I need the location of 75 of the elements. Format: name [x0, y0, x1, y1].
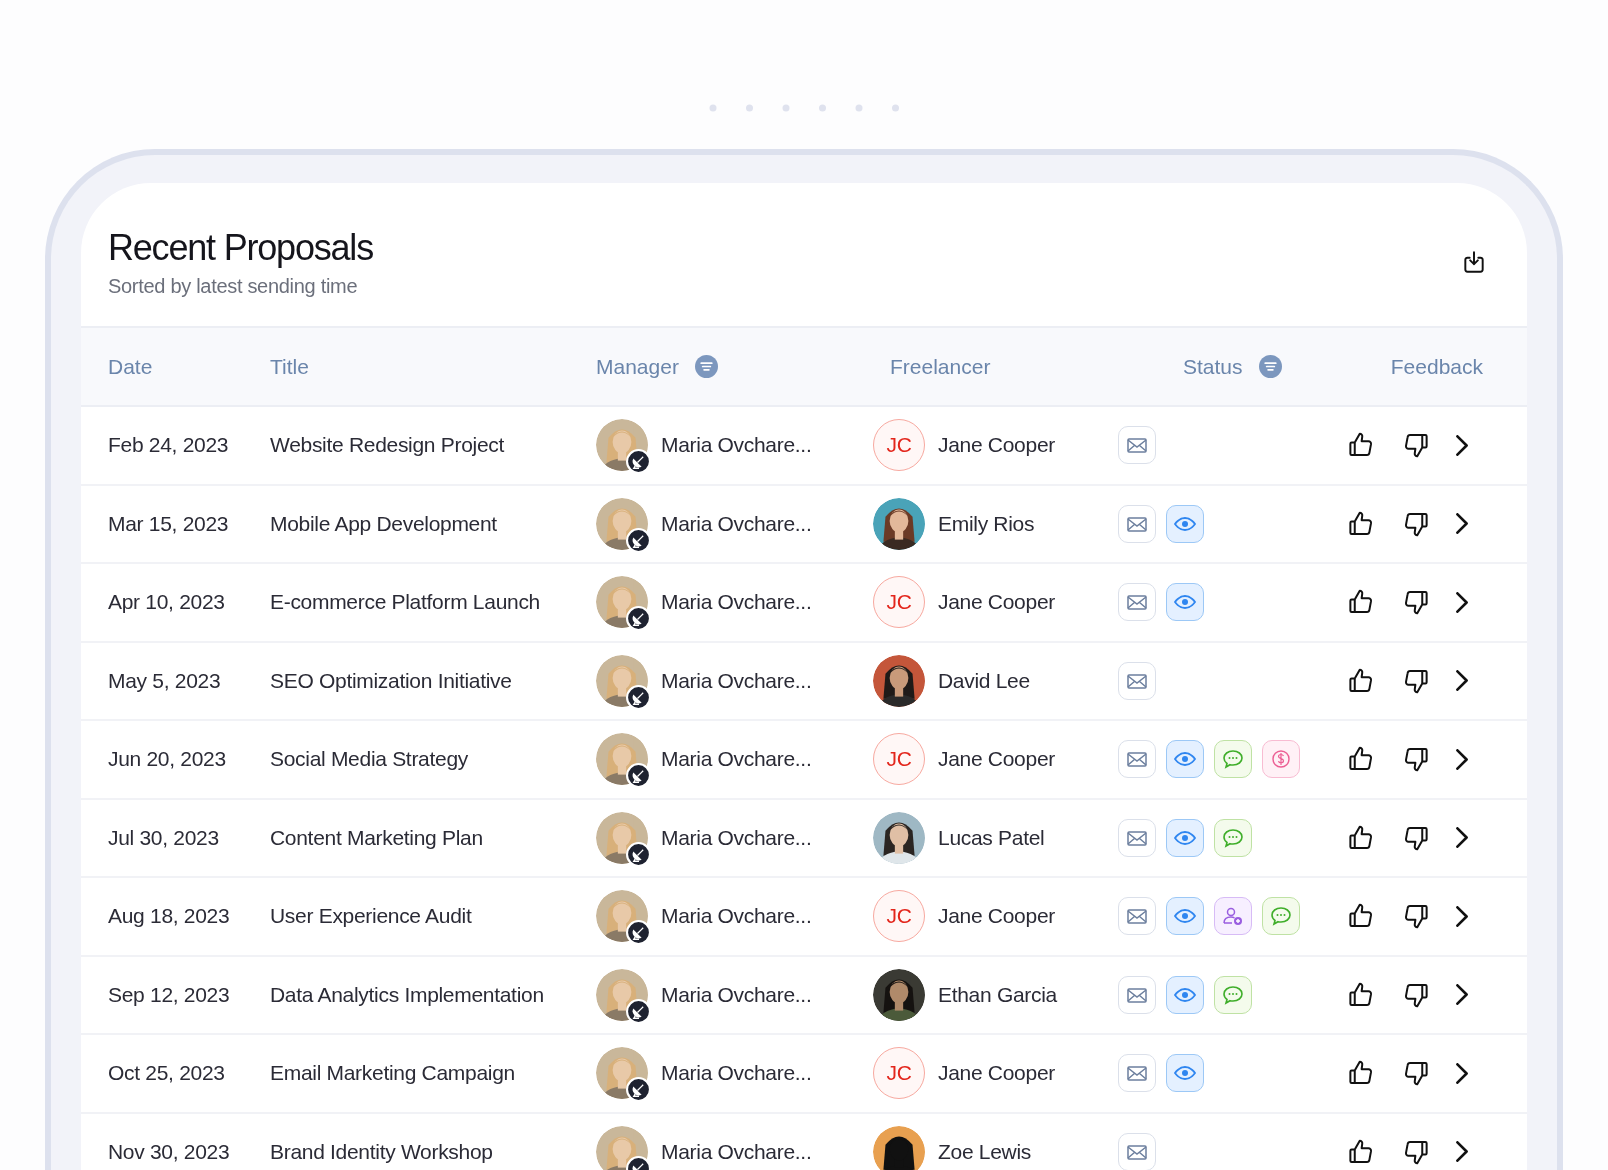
manager-name: Maria Ovchare... [661, 747, 812, 772]
freelancer-name: David Lee [938, 668, 1030, 693]
chevron-right-icon[interactable] [1456, 1062, 1468, 1084]
title-cell-text: Social Media Strategy [270, 747, 469, 772]
freelancer-name: Emily Rios [938, 511, 1035, 536]
manager-name: Maria Ovchare... [661, 982, 812, 1007]
title-cell-text: User Experience Audit [270, 904, 473, 929]
date-cell-text: Sep 12, 2023 [108, 982, 231, 1007]
date-cell-text: Oct 25, 2023 [108, 1061, 226, 1086]
initials-avatar: JC [873, 419, 925, 472]
title-cell-text: Website Redesign Project [270, 433, 506, 458]
freelancer-name: Jane Cooper [938, 1061, 1055, 1086]
date-cell-text: Jun 20, 2023 [108, 747, 227, 772]
initials-avatar: JC [873, 890, 925, 943]
date-cell-text: Jul 30, 2023 [108, 825, 220, 850]
date-cell-text: May 5, 2023 [108, 668, 222, 693]
satellite-dish-icon [626, 998, 651, 1024]
manager-name: Maria Ovchare... [661, 1061, 812, 1086]
satellite-dish-icon [626, 606, 651, 632]
freelancer-name: Jane Cooper [938, 904, 1055, 929]
manager-name: Maria Ovchare... [661, 904, 812, 929]
satellite-dish-icon [626, 763, 651, 789]
chevron-right-icon[interactable] [1456, 513, 1468, 535]
title-cell-text: E-commerce Platform Launch [270, 590, 541, 615]
manager-name: Maria Ovchare... [661, 433, 812, 458]
page-title: Recent Proposals [108, 227, 373, 269]
filter-icon[interactable] [1258, 355, 1282, 378]
column-header: Manager [596, 354, 679, 379]
freelancer-name: Jane Cooper [938, 433, 1055, 458]
satellite-dish-icon [626, 449, 651, 475]
title-cell-text: Data Analytics Implementation [270, 982, 545, 1007]
title-cell-text: Content Marketing Plan [270, 825, 484, 850]
initials-avatar: JC [873, 1047, 925, 1100]
freelancer-name: Jane Cooper [938, 590, 1055, 615]
title-cell-text: Brand Identity Workshop [270, 1139, 494, 1164]
column-header: Feedback [1390, 354, 1483, 379]
chevron-right-icon[interactable] [1456, 905, 1468, 927]
title-cell-text: Email Marketing Campaign [270, 1061, 516, 1086]
satellite-dish-icon [626, 841, 651, 867]
satellite-dish-icon [626, 1077, 651, 1103]
title-cell-text: SEO Optimization Initiative [270, 668, 513, 693]
satellite-dish-icon [626, 527, 651, 553]
freelancer-name: Jane Cooper [938, 747, 1055, 772]
date-cell-text: Nov 30, 2023 [108, 1139, 231, 1164]
chevron-right-icon[interactable] [1456, 591, 1468, 613]
satellite-dish-icon [626, 920, 651, 946]
chevron-right-icon[interactable] [1456, 827, 1468, 849]
column-header: Title [270, 354, 309, 379]
date-cell-text: Mar 15, 2023 [108, 511, 230, 536]
chevron-right-icon[interactable] [1456, 1141, 1468, 1163]
manager-name: Maria Ovchare... [661, 590, 812, 615]
freelancer-name: Ethan Garcia [938, 982, 1057, 1007]
manager-name: Maria Ovchare... [661, 825, 812, 850]
chevron-right-icon[interactable] [1456, 434, 1468, 456]
manager-name: Maria Ovchare... [661, 668, 812, 693]
title-cell-text: Mobile App Development [270, 511, 498, 536]
page-subtitle: Sorted by latest sending time [108, 275, 359, 298]
manager-name: Maria Ovchare... [661, 1139, 812, 1164]
chevron-right-icon[interactable] [1456, 670, 1468, 692]
download-icon[interactable] [1461, 249, 1487, 275]
freelancer-name: Zoe Lewis [938, 1139, 1031, 1164]
satellite-dish-icon [626, 684, 651, 710]
freelancer-name: Lucas Patel [938, 825, 1045, 850]
initials-avatar: JC [873, 733, 925, 786]
filter-icon[interactable] [694, 355, 718, 378]
date-cell-text: Aug 18, 2023 [108, 904, 231, 929]
column-header: Date [108, 354, 153, 379]
column-header: Status [1183, 354, 1243, 379]
date-cell-text: Feb 24, 2023 [108, 433, 230, 458]
date-cell-text: Apr 10, 2023 [108, 590, 226, 615]
manager-name: Maria Ovchare... [661, 511, 812, 536]
initials-avatar: JC [873, 576, 925, 629]
chevron-right-icon[interactable] [1456, 984, 1468, 1006]
column-header: Freelancer [890, 354, 991, 379]
chevron-right-icon[interactable] [1456, 748, 1468, 770]
